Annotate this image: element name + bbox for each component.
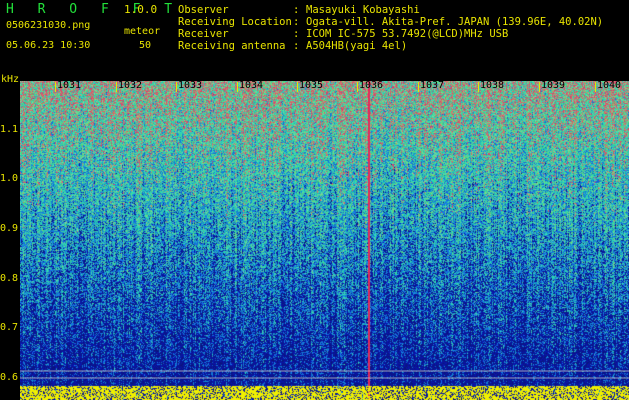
location-label: Receiving Location [178,16,292,28]
y-tick-label: 0.8 [0,273,19,284]
location-value: Ogata-vill. Akita-Pref. JAPAN (139.96E, … [306,16,604,28]
x-tick-mark [478,82,479,92]
observer-label: Observer [178,4,229,16]
x-tick-mark [297,82,298,92]
x-tick-mark [176,82,177,92]
x-tick-mark [595,82,596,92]
y-tick-label: 0.7 [0,322,19,333]
x-tick-label: 1040 [597,80,622,91]
x-tick-label: 1031 [57,80,82,91]
meteor-count: 50 [139,40,152,51]
y-tick-label: 1.1 [0,124,19,135]
receiver-label: Receiver [178,28,229,40]
spectrogram-image [20,81,629,400]
y-tick-label: 0.9 [0,223,19,234]
x-tick-mark [357,82,358,92]
location-colon: : [293,16,300,28]
x-tick-mark [418,82,419,92]
capture-datetime: 05.06.23 10:30 [6,40,91,51]
x-tick-label: 1039 [541,80,566,91]
y-axis-unit: kHz [1,74,20,85]
x-tick-label: 1037 [420,80,445,91]
antenna-colon: : [293,40,300,52]
meteor-label: meteor [124,26,161,37]
y-tick-label: 0.6 [0,372,19,383]
x-tick-label: 1034 [239,80,264,91]
x-tick-mark [55,82,56,92]
x-tick-mark [237,82,238,92]
x-tick-label: 1032 [118,80,143,91]
x-tick-label: 1036 [359,80,384,91]
y-tick-label: 1.0 [0,173,19,184]
observer-value: Masayuki Kobayashi [306,4,420,16]
receiver-value: ICOM IC-575 53.7492(@LCD)MHz USB [306,28,509,40]
observer-colon: : [293,4,300,16]
x-tick-label: 1035 [299,80,324,91]
antenna-label: Receiving antenna [178,40,286,52]
antenna-value: A504HB(yagi 4el) [306,40,408,52]
receiver-colon: : [293,28,300,40]
x-tick-mark [116,82,117,92]
image-filename: 0506231030.png [6,20,91,31]
x-tick-label: 1038 [480,80,505,91]
app-version: 1.0.0 [124,3,158,16]
x-tick-label: 1033 [178,80,203,91]
hroft-window: H R O F F T 1.0.0 0506231030.png meteor … [0,0,629,400]
x-tick-mark [539,82,540,92]
